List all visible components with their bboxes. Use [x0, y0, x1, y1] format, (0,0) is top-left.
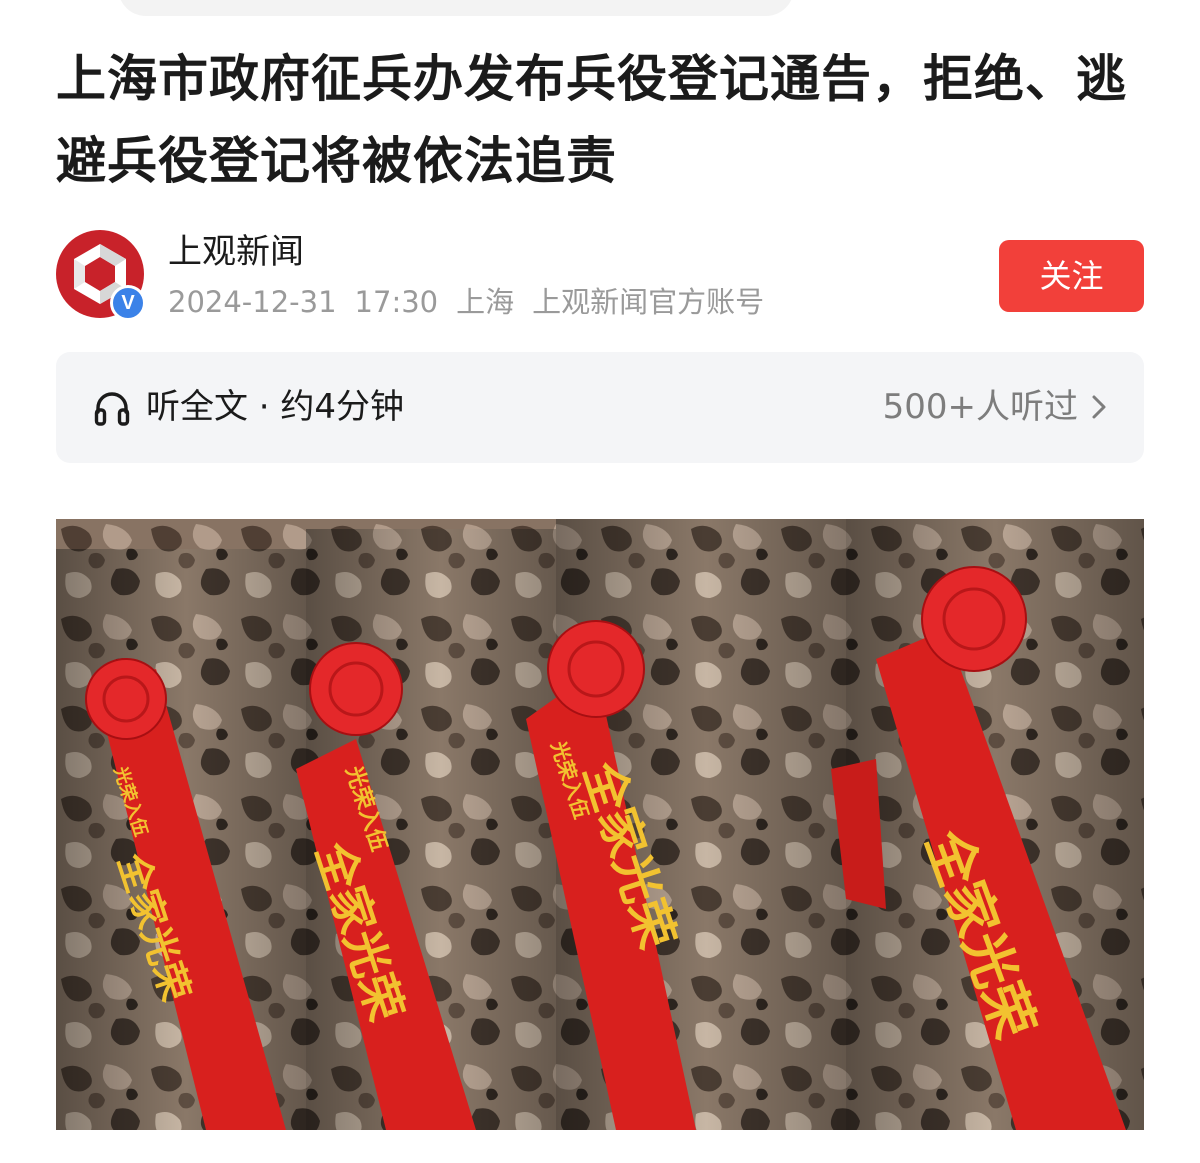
publish-time: 17:30 [354, 285, 439, 319]
chevron-right-icon [1092, 395, 1106, 419]
article-meta: 2024-12-31 17:30 上海 上观新闻官方账号 [168, 283, 782, 321]
author-name[interactable]: 上观新闻 [168, 230, 304, 274]
flower-1 [85, 658, 167, 740]
headphone-icon [94, 392, 130, 426]
publish-date: 2024-12-31 [168, 285, 337, 319]
flower-2 [309, 642, 403, 736]
listen-full-text-bar[interactable]: 听全文 · 约4分钟 500+人听过 [56, 352, 1144, 463]
listen-count: 500+人听过 [882, 387, 1078, 427]
search-bar-remnant[interactable] [118, 0, 794, 16]
flower-3 [547, 620, 645, 718]
hero-image[interactable]: 全家光荣 全家光荣 全家光荣 全家光荣 光荣入伍 光荣入伍 光荣入伍 [56, 519, 1144, 1130]
soldiers-with-sashes-illustration: 全家光荣 全家光荣 全家光荣 全家光荣 光荣入伍 光荣入伍 光荣入伍 [56, 519, 1144, 1130]
flower-4 [921, 566, 1027, 672]
listen-label: 听全文 · 约4分钟 [146, 387, 405, 427]
account-type: 上观新闻官方账号 [532, 285, 765, 319]
article-title: 上海市政府征兵办发布兵役登记通告，拒绝、逃避兵役登记将被依法追责 [56, 50, 1127, 190]
publish-location: 上海 [456, 285, 515, 319]
follow-button[interactable]: 关注 [999, 240, 1144, 312]
verified-badge-icon: V [110, 285, 146, 321]
